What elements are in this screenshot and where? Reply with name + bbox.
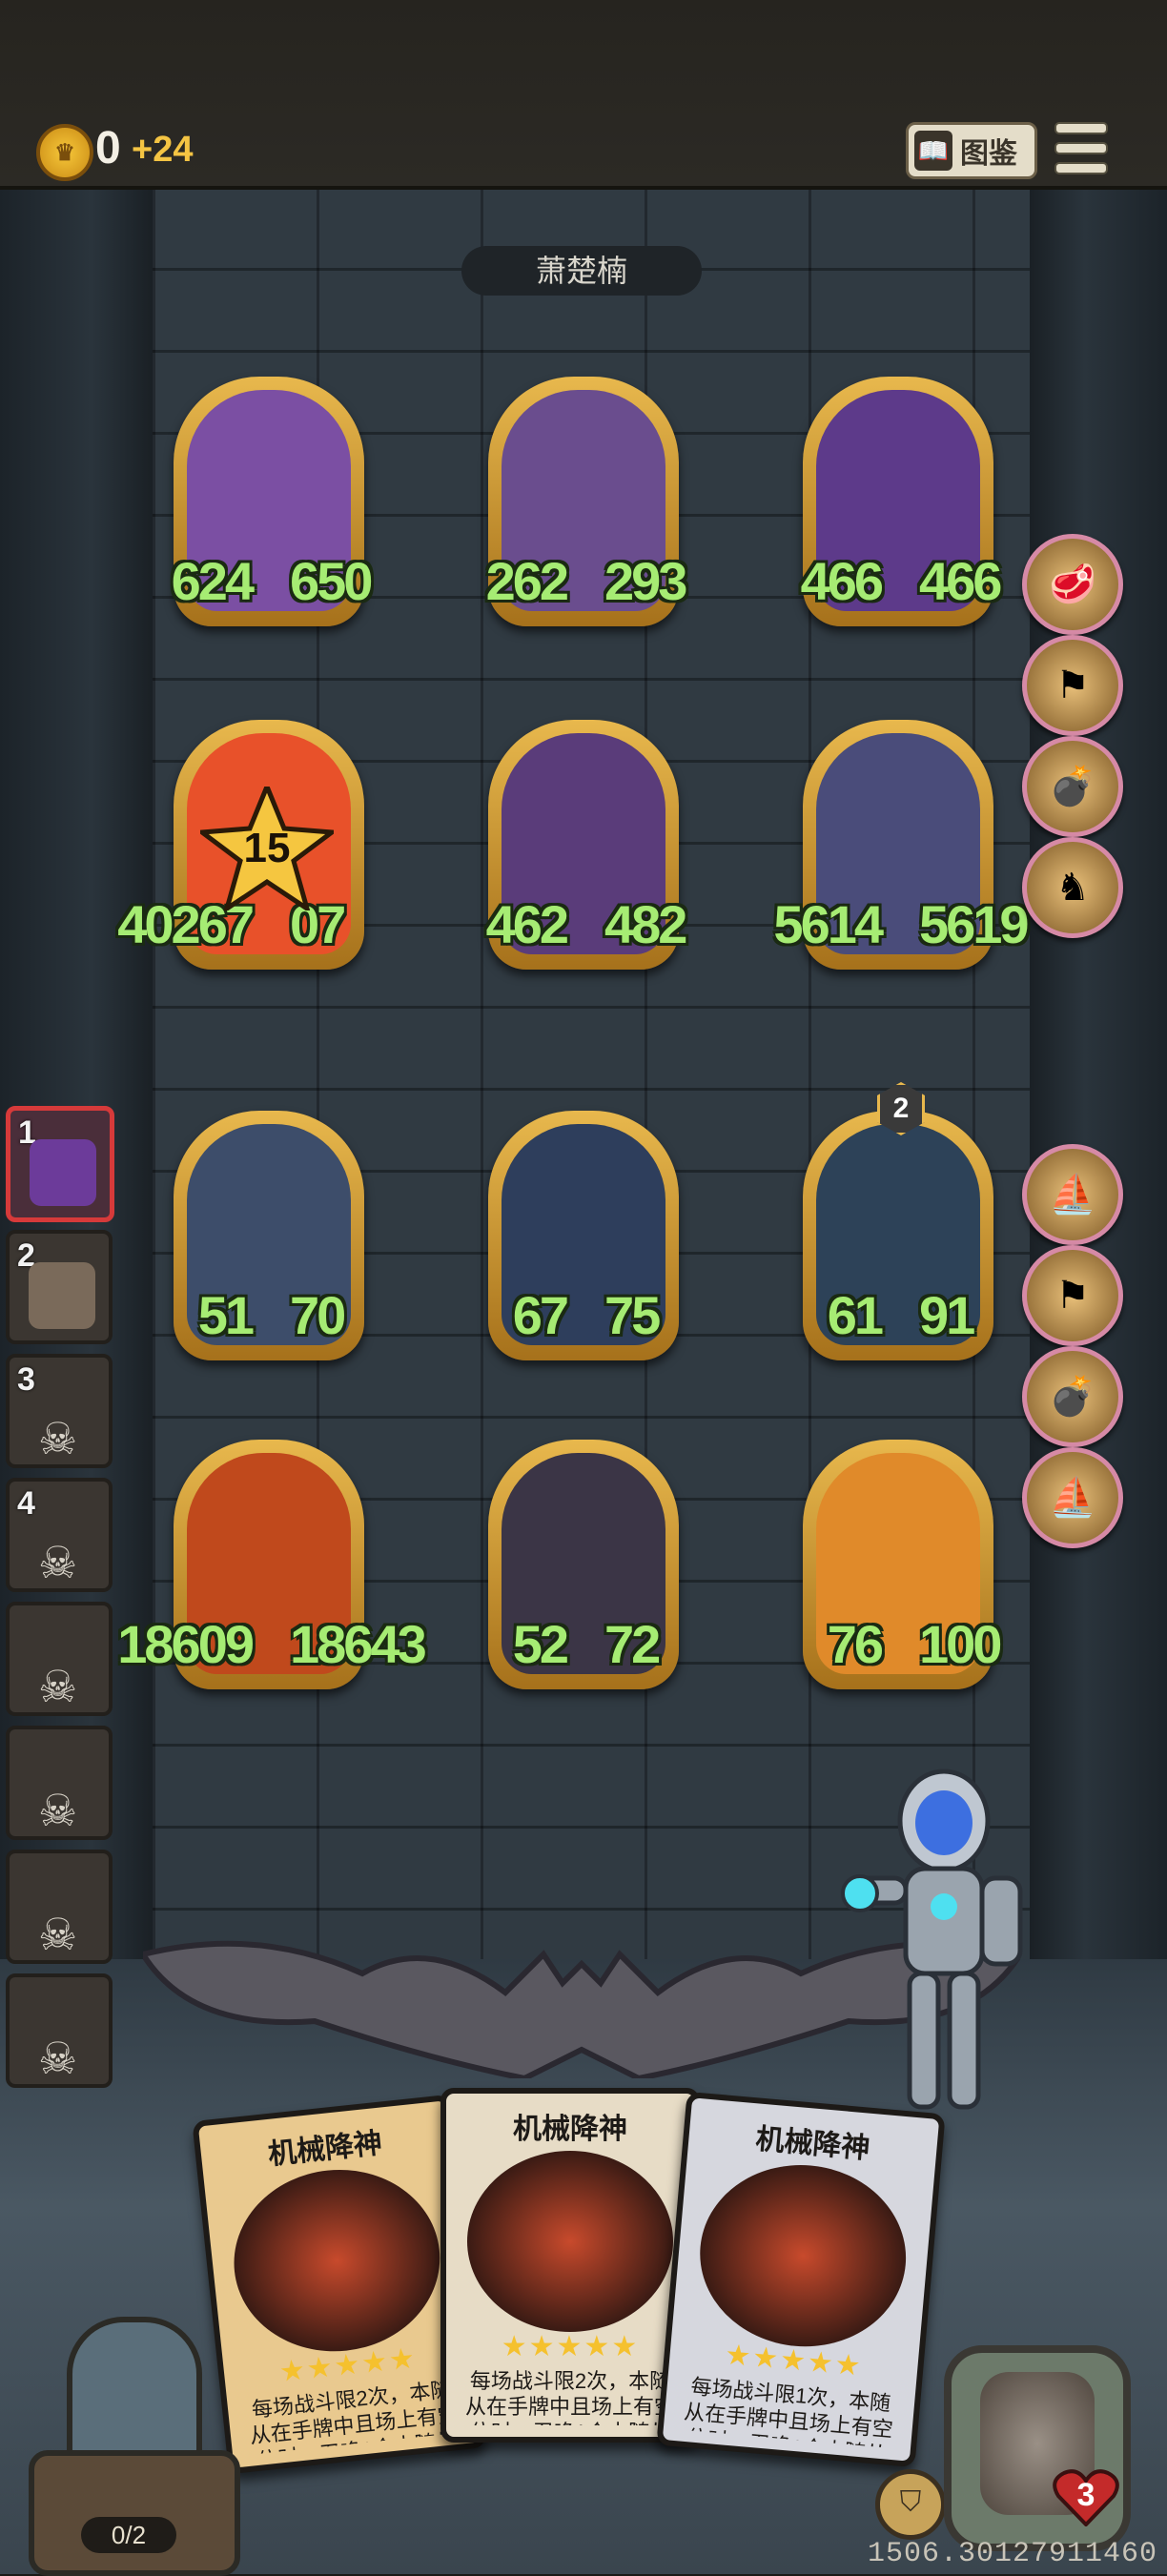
card-description: 每场战斗限2次，本随从在手牌中且场上有空位时，召唤1个本随从 xyxy=(464,2369,675,2425)
minion-red-dragon-fire[interactable]: 18609 18643 xyxy=(117,1440,427,1689)
tavern-base xyxy=(29,2450,240,2576)
player-avatar xyxy=(29,1262,95,1329)
minion-blue-dragon[interactable]: 67 75 xyxy=(488,1111,679,1360)
card-art xyxy=(467,2151,673,2332)
golden-figure-icon[interactable]: ♞ xyxy=(1022,837,1123,938)
minion-health: 482 xyxy=(604,894,687,954)
minion-attack: 51 xyxy=(197,1285,255,1345)
gold-amount: 0 xyxy=(95,123,121,174)
minion-health: 70 xyxy=(290,1285,346,1345)
minion-attack: 624 xyxy=(171,551,255,611)
minion-burning-minion[interactable]: 40267 07 15 xyxy=(117,720,364,970)
minion-attack: 52 xyxy=(512,1614,569,1674)
minion-green-robot[interactable]: 5614 5619 xyxy=(773,720,1030,970)
card-title: 机械降神 xyxy=(513,2114,627,2145)
shop-tavern[interactable]: 0/2 xyxy=(29,2317,240,2576)
hero-robot[interactable] xyxy=(839,1764,1049,2126)
meat-icon[interactable]: 🥩 xyxy=(1022,534,1123,635)
minion-health: 100 xyxy=(919,1614,1002,1674)
minion-robot-lightning[interactable]: 466 466 xyxy=(800,377,1002,626)
minion-health: 293 xyxy=(604,551,687,611)
player-slot[interactable]: 2 xyxy=(6,1230,113,1344)
cannon-icon[interactable]: 💣 xyxy=(1022,1346,1123,1447)
ship-icon[interactable]: ⛵ xyxy=(1022,1144,1123,1245)
damage-star-icon: 15 xyxy=(195,780,338,914)
book-icon: 📖 xyxy=(914,131,952,171)
right-pillar xyxy=(1030,186,1167,2093)
flag-icon[interactable]: ⚑ xyxy=(1022,635,1123,736)
minion-attack: 5614 xyxy=(773,894,884,954)
minion-health: 650 xyxy=(290,551,373,611)
minion-attack: 466 xyxy=(800,551,884,611)
flag-icon[interactable]: ⚑ xyxy=(1022,1245,1123,1346)
card-title: 机械降神 xyxy=(266,2127,384,2171)
codex-label: 图鉴 xyxy=(960,138,1017,170)
shop-counter: 0/2 xyxy=(81,2517,176,2553)
hand-card[interactable]: 机械降神 ★★★★★ 每场战斗限1次，本随从在手牌中且场上有空位时，召唤1个本随从 xyxy=(656,2091,946,2468)
player-slot[interactable]: 4 ☠ xyxy=(6,1478,113,1592)
upgrade-icon[interactable]: ⛉ xyxy=(875,2469,946,2540)
card-stars: ★★★★★ xyxy=(501,2331,640,2362)
player-avatar xyxy=(30,1139,96,1206)
menu-line xyxy=(1054,162,1108,174)
opponent-name: 萧楚楠 xyxy=(461,246,702,296)
minion-health: 18643 xyxy=(290,1614,427,1674)
player-slot[interactable]: 1 xyxy=(6,1106,114,1222)
minion-attack: 61 xyxy=(827,1285,884,1345)
menu-line xyxy=(1054,142,1108,154)
minion-junk-robot[interactable]: 51 70 xyxy=(174,1111,364,1360)
card-art xyxy=(692,2157,914,2356)
minion-health: 72 xyxy=(604,1614,661,1674)
player-slot[interactable]: ☠ xyxy=(6,1726,113,1840)
minion-attack: 18609 xyxy=(117,1614,255,1674)
skull-icon: ☠ xyxy=(38,1414,78,1463)
hero-health: 3 xyxy=(1053,2467,1119,2527)
minion-attack: 76 xyxy=(827,1614,884,1674)
minion-attack: 262 xyxy=(485,551,569,611)
player-rank: 3 xyxy=(17,1361,35,1398)
damage-value: 15 xyxy=(243,825,291,871)
skull-icon: ☠ xyxy=(38,1786,78,1835)
minion-health: 466 xyxy=(919,551,1002,611)
player-slot[interactable]: ☠ xyxy=(6,1973,113,2088)
hero-health-value: 3 xyxy=(1076,2477,1095,2513)
debug-readout: 1506.30127911460 xyxy=(868,2538,1158,2570)
player-rank: 4 xyxy=(17,1485,35,1522)
menu-button[interactable] xyxy=(1054,122,1108,174)
cannon-icon[interactable]: 💣 xyxy=(1022,736,1123,837)
minion-attack: 462 xyxy=(485,894,569,954)
ship-icon[interactable]: ⛵ xyxy=(1022,1447,1123,1548)
codex-button[interactable]: 📖 图鉴 xyxy=(906,122,1037,179)
minion-health: 5619 xyxy=(919,894,1030,954)
minion-panda-pig[interactable]: 462 482 xyxy=(485,720,687,970)
minion-windmill[interactable]: 624 650 xyxy=(171,377,373,626)
skull-icon: ☠ xyxy=(38,2034,78,2083)
minion-clown[interactable]: 61 91 2 xyxy=(803,1082,993,1360)
minion-health: 75 xyxy=(604,1285,661,1345)
gold-income: +24 xyxy=(132,130,194,170)
player-slot[interactable]: ☠ xyxy=(6,1850,113,1964)
minion-golden-dragon[interactable]: 76 100 xyxy=(803,1440,1002,1689)
player-slot[interactable]: 3 ☠ xyxy=(6,1354,113,1468)
card-title: 机械降神 xyxy=(754,2123,871,2165)
minion-attack: 67 xyxy=(512,1285,569,1345)
minion-health: 91 xyxy=(919,1285,975,1345)
skull-icon: ☠ xyxy=(38,1662,78,1711)
minion-red-dragon[interactable]: 52 72 xyxy=(488,1440,679,1689)
skull-icon: ☠ xyxy=(38,1910,78,1959)
minion-bandit-raccoon[interactable]: 262 293 xyxy=(485,377,687,626)
skull-icon: ☠ xyxy=(38,1538,78,1587)
hamburger-menu-icon xyxy=(1054,122,1108,134)
player-slot[interactable]: ☠ xyxy=(6,1602,113,1716)
card-art xyxy=(225,2159,449,2361)
gold-coin-icon: ♛ xyxy=(36,124,93,181)
